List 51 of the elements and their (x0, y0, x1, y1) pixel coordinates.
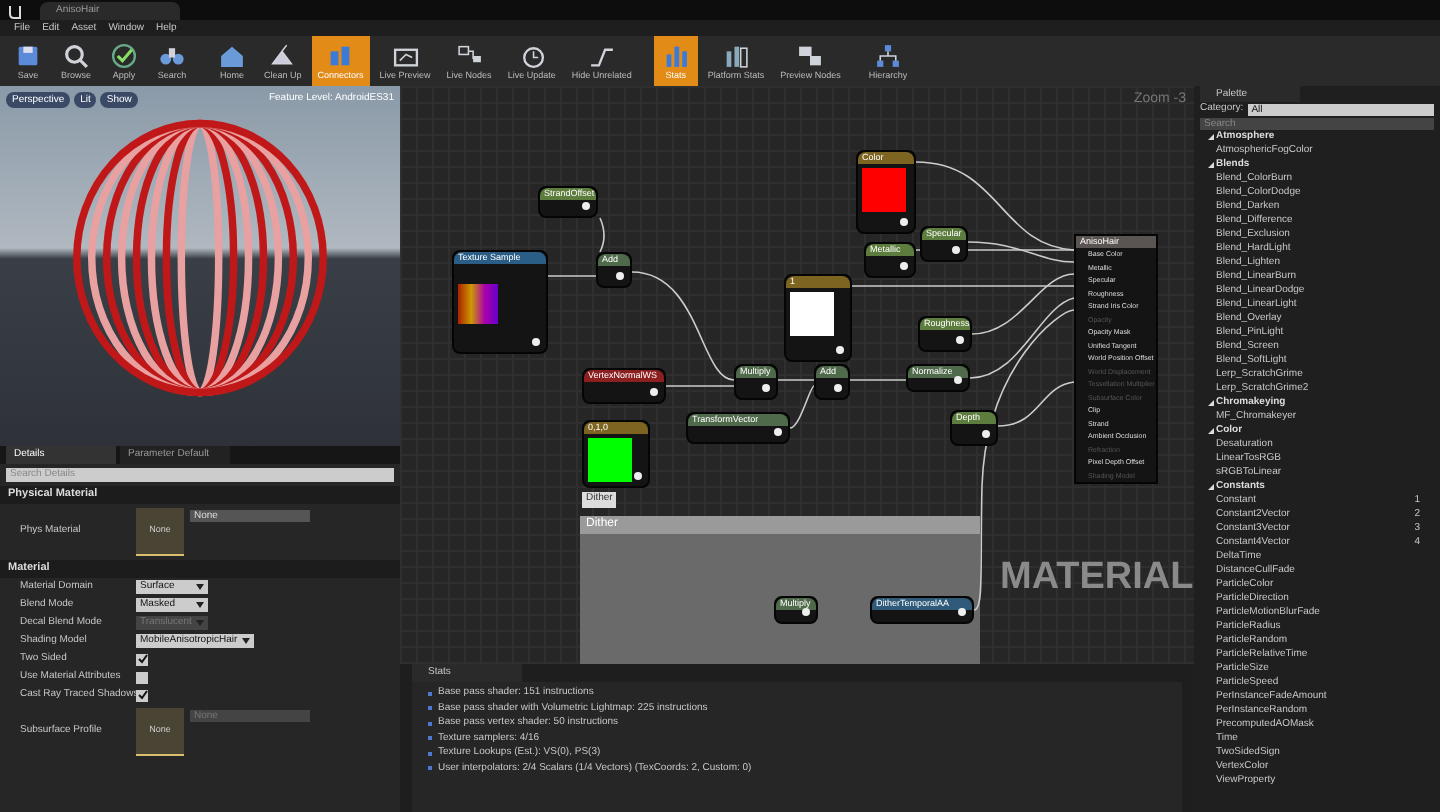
checkbox[interactable] (136, 653, 148, 665)
caret-icon (241, 638, 250, 644)
expand-arrow-icon (1208, 400, 1214, 406)
save-icon (14, 41, 42, 69)
home-icon (218, 41, 246, 69)
checkbox[interactable] (136, 689, 148, 701)
pin-icon (774, 428, 782, 436)
caret-icon (196, 620, 204, 626)
pin-icon (582, 202, 590, 210)
expand-arrow-icon (1208, 484, 1214, 490)
pin-icon (958, 608, 966, 616)
connectors-icon (326, 41, 355, 69)
expand-arrow-icon (1208, 428, 1214, 434)
pin-icon (802, 608, 810, 616)
pin-icon (954, 376, 962, 384)
expand-arrow-icon (1208, 162, 1214, 168)
connection-wire (599, 217, 605, 253)
check-icon (110, 41, 138, 69)
pin-icon (634, 472, 642, 480)
caret-icon (196, 602, 204, 608)
connection-wire (547, 275, 597, 277)
pin-icon (836, 346, 844, 354)
pin-icon (532, 338, 540, 346)
tree-icon (874, 41, 903, 69)
connection-wire (661, 385, 735, 387)
expand-arrow-icon (1208, 134, 1214, 140)
pin-icon (956, 336, 964, 344)
connection-wire (777, 379, 815, 381)
pin-icon (900, 262, 908, 270)
checkbox[interactable] (136, 671, 148, 683)
texture-preview (458, 284, 498, 324)
pin-icon (762, 384, 770, 392)
pin-icon (834, 384, 842, 392)
clock-icon (517, 41, 546, 69)
check-icon (137, 690, 147, 700)
connection-wire (849, 379, 907, 381)
engine-logo-icon (8, 4, 24, 20)
bars-icon (661, 41, 690, 69)
windows-icon (796, 41, 825, 69)
check-icon (137, 654, 147, 664)
search-icon (62, 41, 90, 69)
caret-icon (196, 584, 204, 590)
pin-icon (982, 430, 990, 438)
result-node[interactable] (1074, 234, 1158, 484)
connection-wire (789, 385, 815, 429)
pin-icon (952, 246, 960, 254)
pin-icon (650, 388, 658, 396)
graph-watermark: MATERIAL (1000, 554, 1194, 602)
pin-icon (900, 218, 908, 226)
pin-icon (616, 272, 624, 280)
bars2-icon (722, 41, 750, 69)
